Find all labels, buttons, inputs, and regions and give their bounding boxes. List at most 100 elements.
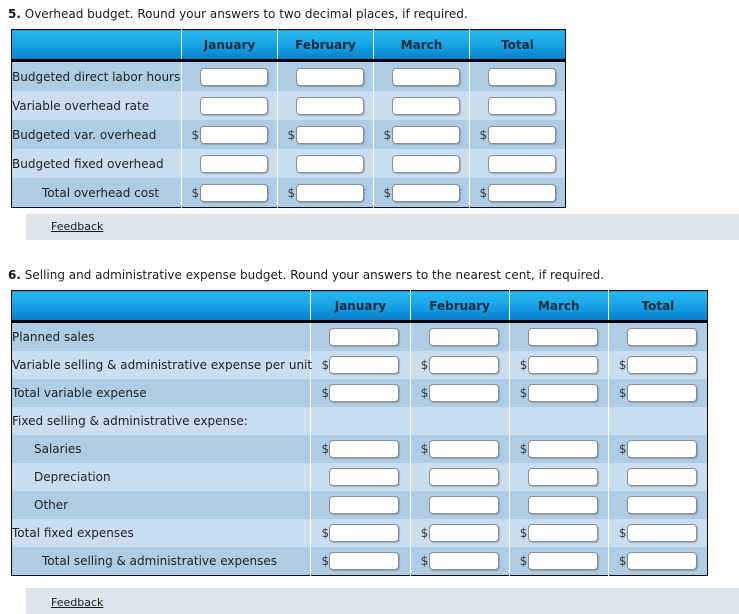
input-planned-sales-total[interactable] [626,328,697,346]
input-total-selling-admin-expenses-march[interactable] [527,552,598,570]
input-other-february[interactable] [428,496,499,514]
table-row: Budgeted fixed overhead $ $ $ $ [11,149,566,178]
input-planned-sales-january[interactable] [329,328,400,346]
cell-february: $ [277,60,374,91]
question-6-prompt: 6. Selling and administrative expense bu… [8,268,604,282]
input-total-variable-expense-february[interactable] [428,384,499,402]
cell-march: $ [509,379,609,407]
input-depreciation-total[interactable] [626,468,697,486]
table-header-row: January February March Total [11,290,708,323]
input-depreciation-january[interactable] [329,468,400,486]
cell-march: $ [509,351,609,379]
input-variable-overhead-rate-march[interactable] [391,96,460,115]
table-row: Depreciation $ $ $ $ [11,463,708,491]
row-label: Salaries [11,435,312,463]
currency-symbol: $ [191,185,200,200]
input-variable-selling-admin-expense-per-unit-total[interactable] [626,356,697,374]
cell-total: $ [469,120,566,149]
row-label: Depreciation [11,463,312,491]
feedback-link[interactable]: Feedback [51,220,103,233]
feedback-panel-question-6: Feedback [26,588,739,614]
input-total-fixed-expenses-february[interactable] [428,524,499,542]
input-total-selling-admin-expenses-total[interactable] [626,552,697,570]
input-total-fixed-expenses-march[interactable] [527,524,598,542]
input-depreciation-february[interactable] [428,468,499,486]
input-total-variable-expense-total[interactable] [626,384,697,402]
cell-february: $ [410,491,510,519]
input-depreciation-march[interactable] [527,468,598,486]
column-header-march: March [373,29,470,62]
currency-symbol: $ [479,127,488,142]
currency-symbol: $ [287,185,296,200]
input-budgeted-fixed-overhead-march[interactable] [391,154,460,173]
input-budgeted-var-overhead-february[interactable] [295,125,364,144]
column-header-january: January [310,290,411,323]
cell-march: $ [509,435,609,463]
input-salaries-february[interactable] [428,440,499,458]
input-variable-overhead-rate-january[interactable] [199,96,268,115]
cell-total: $ [469,178,566,208]
input-total-overhead-cost-total[interactable] [487,183,556,202]
input-other-january[interactable] [329,496,400,514]
input-total-variable-expense-january[interactable] [329,384,400,402]
input-total-selling-admin-expenses-january[interactable] [329,552,400,570]
input-other-total[interactable] [626,496,697,514]
input-variable-selling-admin-expense-per-unit-february[interactable] [428,356,499,374]
input-total-variable-expense-march[interactable] [527,384,598,402]
input-variable-overhead-rate-total[interactable] [487,96,556,115]
input-budgeted-var-overhead-january[interactable] [199,125,268,144]
input-budgeted-direct-labor-hours-january[interactable] [199,67,268,86]
currency-symbol: $ [420,358,429,372]
input-planned-sales-march[interactable] [527,328,598,346]
input-salaries-january[interactable] [329,440,400,458]
input-salaries-march[interactable] [527,440,598,458]
row-label: Budgeted fixed overhead [11,149,182,178]
input-other-march[interactable] [527,496,598,514]
input-budgeted-direct-labor-hours-february[interactable] [295,67,364,86]
input-variable-selling-admin-expense-per-unit-january[interactable] [329,356,400,374]
row-label: Budgeted var. overhead [11,120,182,149]
cell-february: $ [410,379,510,407]
input-total-overhead-cost-march[interactable] [391,183,460,202]
input-budgeted-var-overhead-total[interactable] [487,125,556,144]
row-label: Planned sales [11,321,312,351]
cell-total: $ [608,519,708,547]
cell-february: $ [410,321,510,351]
row-label: Total overhead cost [11,178,182,208]
cell-march: $ [373,91,470,120]
input-total-fixed-expenses-january[interactable] [329,524,400,542]
input-budgeted-var-overhead-march[interactable] [391,125,460,144]
question-5-prompt-text: Overhead budget. Round your answers to t… [24,7,468,21]
row-label: Budgeted direct labor hours [11,60,182,91]
cell-march: $ [373,60,470,91]
cell-january: $ [310,351,411,379]
table-row: Planned sales $ $ $ $ [11,321,708,351]
input-variable-selling-admin-expense-per-unit-march[interactable] [527,356,598,374]
currency-symbol: $ [618,358,627,372]
currency-symbol: $ [321,554,330,568]
input-budgeted-direct-labor-hours-total[interactable] [487,67,556,86]
cell-total: $ [608,435,708,463]
cell-total: $ [608,463,708,491]
cell-january: $ [310,547,411,576]
currency-symbol: $ [519,554,528,568]
input-budgeted-fixed-overhead-total[interactable] [487,154,556,173]
input-planned-sales-february[interactable] [428,328,499,346]
input-total-overhead-cost-january[interactable] [199,183,268,202]
input-total-fixed-expenses-total[interactable] [626,524,697,542]
currency-symbol: $ [321,442,330,456]
input-total-selling-admin-expenses-february[interactable] [428,552,499,570]
row-label: Variable selling & administrative expens… [11,351,312,379]
cell-march: $ [509,519,609,547]
cell-january: $ [310,519,411,547]
input-total-overhead-cost-february[interactable] [295,183,364,202]
currency-symbol: $ [618,386,627,400]
input-salaries-total[interactable] [626,440,697,458]
input-budgeted-fixed-overhead-february[interactable] [295,154,364,173]
input-budgeted-direct-labor-hours-march[interactable] [391,67,460,86]
question-6-number: 6. [8,268,21,282]
cell-january: $ [310,321,411,351]
input-variable-overhead-rate-february[interactable] [295,96,364,115]
currency-symbol: $ [618,526,627,540]
input-budgeted-fixed-overhead-january[interactable] [199,154,268,173]
